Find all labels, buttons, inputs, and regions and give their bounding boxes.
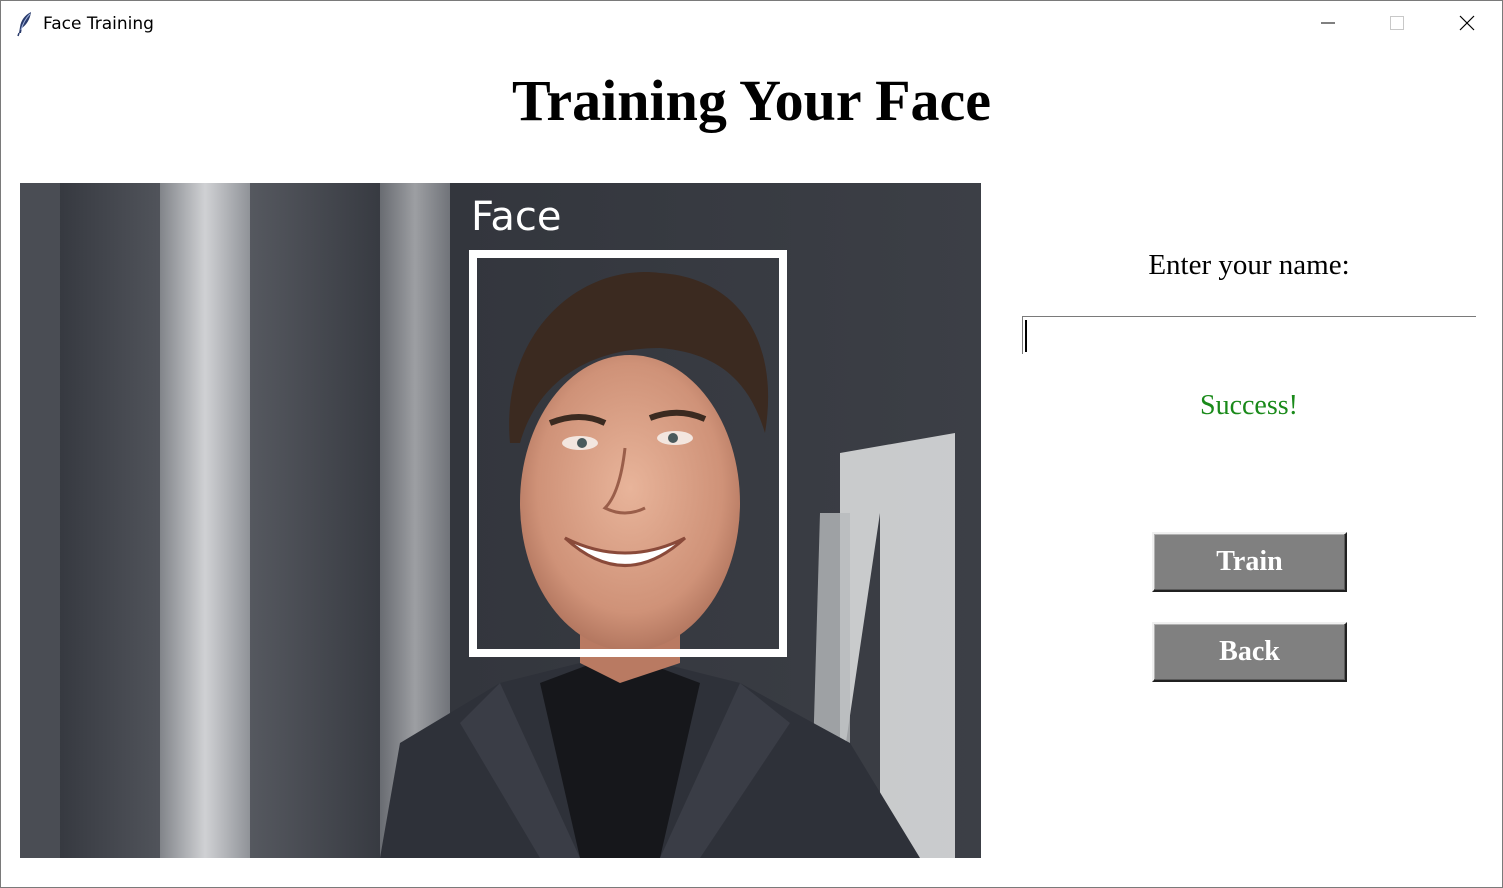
train-button[interactable]: Train bbox=[1152, 532, 1347, 592]
face-detection-box bbox=[469, 250, 787, 657]
maximize-button[interactable] bbox=[1362, 1, 1432, 49]
status-message: Success! bbox=[1200, 390, 1298, 421]
text-caret bbox=[1025, 320, 1027, 352]
back-button[interactable]: Back bbox=[1152, 622, 1347, 682]
app-window: Face Training Training Your Face Face En… bbox=[0, 0, 1503, 888]
maximize-icon bbox=[1389, 15, 1405, 36]
name-label: Enter your name: bbox=[1148, 249, 1350, 281]
page-title: Training Your Face bbox=[511, 68, 992, 133]
face-detection-label: Face bbox=[471, 194, 562, 240]
name-input[interactable] bbox=[1022, 316, 1476, 354]
window-title: Face Training bbox=[43, 14, 154, 34]
minimize-icon bbox=[1320, 15, 1336, 36]
title-bar[interactable]: Face Training bbox=[1, 1, 1502, 49]
close-icon bbox=[1459, 15, 1475, 36]
minimize-button[interactable] bbox=[1293, 1, 1363, 49]
close-button[interactable] bbox=[1432, 1, 1502, 49]
feather-icon bbox=[15, 11, 35, 37]
